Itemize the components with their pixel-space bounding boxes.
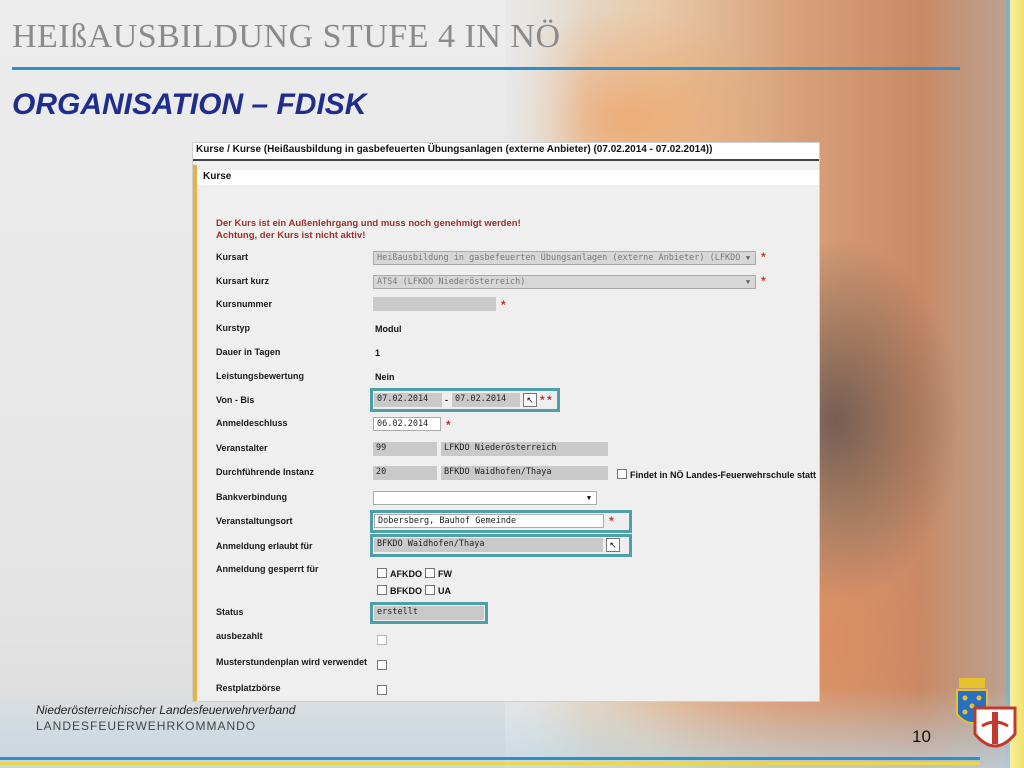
veranstalter-code[interactable]: 99 [373, 442, 437, 456]
anmeldeschluss-field[interactable]: 06.02.2014 [373, 417, 441, 431]
required-mark: * [501, 298, 506, 312]
label-veranstalter: Veranstalter [216, 443, 268, 453]
tab-kurse[interactable]: Kurse [197, 170, 819, 185]
label-status: Status [216, 607, 244, 617]
footer-line-blue [0, 757, 980, 760]
leistungsbewertung-value: Nein [375, 372, 395, 382]
required-mark: * [761, 250, 766, 264]
label-leistungsbewertung: Leistungsbewertung [216, 371, 305, 381]
warning-course-inactive: Achtung, der Kurs ist nicht aktiv! [216, 230, 366, 241]
required-mark: * [547, 393, 552, 407]
section-title: ORGANISATION – FDISK [12, 88, 367, 121]
label-anmeldung-gesperrt: Anmeldung gesperrt für [216, 564, 319, 574]
slide-title: HEIßAUSBILDUNG STUFE 4 IN NÖ [12, 18, 561, 55]
label-bankverbindung: Bankverbindung [216, 492, 288, 502]
breadcrumb: Kurse / Kurse (Heißausbildung in gasbefe… [193, 143, 819, 161]
fire-brigade-emblem-icon [973, 706, 1017, 748]
kursart-select[interactable]: Heißausbildung in gasbefeuerten Übungsan… [373, 251, 756, 265]
label-kursart: Kursart [216, 252, 249, 262]
label-ausbezahlt: ausbezahlt [216, 631, 263, 641]
gesperrt-fw-label: FW [438, 569, 452, 579]
bankverbindung-select[interactable]: ▼ [373, 491, 597, 505]
required-mark: * [540, 393, 545, 407]
veranstalter-name[interactable]: LFKDO Niederösterreich [441, 442, 608, 456]
landesfeuerwehrschule-checkbox[interactable] [617, 469, 627, 479]
kurstyp-value: Modul [375, 324, 402, 334]
footer-subtitle: LANDESFEUERWEHRKOMMANDO [36, 719, 257, 733]
label-restplatzboerse: Restplatzbörse [216, 683, 281, 693]
landesfeuerwehrschule-label: Findet in NÖ Landes-Feuerwehrschule stat… [630, 470, 817, 480]
chevron-down-icon: ▼ [745, 254, 751, 262]
ausbezahlt-checkbox[interactable] [377, 635, 387, 645]
kursart-kurz-select[interactable]: ATS4 (LFKDO Niederösterreich) ▼ [373, 275, 756, 289]
warning-external-course: Der Kurs ist ein Außenlehrgang und muss … [216, 218, 521, 229]
label-anmeldeschluss: Anmeldeschluss [216, 418, 288, 428]
musterstundenplan-checkbox[interactable] [377, 660, 387, 670]
form-area: Kurse Der Kurs ist ein Außenlehrgang und… [193, 165, 819, 701]
von-date-field[interactable]: 07.02.2014 [374, 393, 442, 407]
gesperrt-bfkdo-checkbox[interactable] [377, 585, 387, 595]
page-number: 10 [912, 727, 931, 746]
gesperrt-afkdo-checkbox[interactable] [377, 568, 387, 578]
kursart-kurz-value: ATS4 (LFKDO Niederösterreich) [377, 277, 526, 287]
date-picker-icon[interactable]: ↖ [523, 393, 537, 407]
label-durchfuehrende-instanz: Durchführende Instanz [216, 467, 315, 477]
anmeldung-erlaubt-field[interactable]: BFKDO Waidhofen/Thaya [374, 538, 603, 552]
select-picker-icon[interactable]: ↖ [606, 538, 620, 552]
required-mark: * [446, 418, 451, 432]
label-dauer: Dauer in Tagen [216, 347, 281, 357]
status-field[interactable]: erstellt [374, 606, 484, 620]
dauer-value: 1 [375, 348, 381, 358]
label-veranstaltungsort: Veranstaltungsort [216, 516, 293, 526]
required-mark: * [609, 514, 614, 528]
label-kursnummer: Kursnummer [216, 299, 273, 309]
gesperrt-fw-checkbox[interactable] [425, 568, 435, 578]
label-kursart-kurz: Kursart kurz [216, 276, 270, 286]
gesperrt-bfkdo-label: BFKDO [390, 586, 422, 596]
veranstaltungsort-field[interactable]: Dobersberg, Bauhof Gemeinde [374, 514, 604, 528]
fdisk-screenshot: Kurse / Kurse (Heißausbildung in gasbefe… [193, 143, 819, 701]
label-kurstyp: Kurstyp [216, 323, 251, 333]
label-anmeldung-erlaubt: Anmeldung erlaubt für [216, 541, 313, 551]
chevron-down-icon: ▼ [586, 494, 592, 502]
required-mark: * [761, 274, 766, 288]
footer-organization: Niederösterreichischer Landesfeuerwehrve… [36, 703, 296, 717]
gesperrt-ua-label: UA [438, 586, 451, 596]
gesperrt-ua-checkbox[interactable] [425, 585, 435, 595]
label-von-bis: Von - Bis [216, 395, 255, 405]
kursnummer-field[interactable] [373, 297, 496, 311]
footer-line-yellow [0, 762, 980, 765]
chevron-down-icon: ▼ [745, 278, 751, 286]
date-separator: - [445, 395, 448, 405]
restplatzboerse-checkbox[interactable] [377, 685, 387, 695]
gesperrt-afkdo-label: AFKDO [390, 569, 422, 579]
durchfuehrende-code[interactable]: 20 [373, 466, 437, 480]
title-divider [12, 67, 960, 70]
bis-date-field[interactable]: 07.02.2014 [452, 393, 520, 407]
label-musterstundenplan: Musterstundenplan wird verwendet [216, 657, 368, 667]
durchfuehrende-name[interactable]: BFKDO Waidhofen/Thaya [441, 466, 608, 480]
right-accent-stripe [1010, 0, 1024, 768]
kursart-value: Heißausbildung in gasbefeuerten Übungsan… [377, 253, 741, 263]
